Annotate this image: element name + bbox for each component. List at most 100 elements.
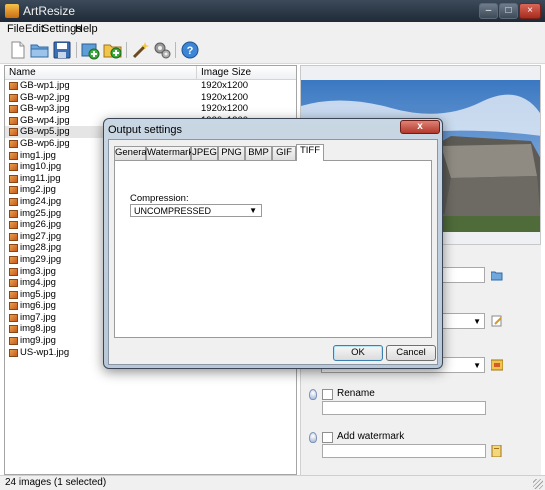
compression-label: Compression: [130,193,189,204]
file-name: img25.jpg [20,207,62,219]
window-title: ArtResize [23,4,76,18]
image-file-icon [9,232,18,241]
watermark-checkbox[interactable] [322,432,333,443]
list-header: Name Image Size [5,66,296,80]
edit-preset-icon[interactable] [491,315,503,327]
file-name: GB-wp2.jpg [20,91,70,103]
list-item[interactable]: GB-wp1.jpg 1920x1200 [5,80,296,92]
image-file-icon [9,197,18,206]
add-folder-icon[interactable] [103,40,123,60]
file-name: GB-wp6.jpg [20,137,70,149]
dialog-close-button[interactable]: x [400,120,440,134]
file-name: GB-wp1.jpg [20,80,70,91]
chevron-down-icon: ▼ [473,361,481,370]
watermark-field[interactable] [322,444,486,458]
file-name: img11.jpg [20,172,61,184]
image-file-icon [9,267,18,276]
tab-png[interactable]: PNG [218,146,245,160]
file-name: img2.jpg [20,184,56,196]
menu-bar: File Edit Settings Help [0,22,545,38]
menu-help[interactable]: Help [75,23,98,35]
output-settings-icon[interactable] [490,359,504,371]
file-name: GB-wp5.jpg [20,126,70,138]
image-file-icon [9,163,18,172]
file-size: 1920x1200 [201,103,249,115]
column-header-name[interactable]: Name [9,67,36,78]
tab-gif[interactable]: GIF [272,146,296,160]
file-name: img8.jpg [20,323,56,335]
tab-watermark[interactable]: Watermark [146,146,193,160]
rename-checkbox[interactable] [322,389,333,400]
add-images-icon[interactable] [80,40,100,60]
compression-select[interactable]: UNCOMPRESSED ▼ [130,204,262,217]
file-name: img26.jpg [20,219,62,231]
image-file-icon [9,290,18,299]
file-name: GB-wp3.jpg [20,103,70,115]
image-file-icon [9,255,18,264]
title-bar: ArtResize – □ × [0,0,545,22]
image-file-icon [9,116,18,125]
file-name: img29.jpg [20,253,62,265]
image-file-icon [9,302,18,311]
toolbar-separator [175,42,176,58]
tab-jpeg[interactable]: JPEG [191,146,218,160]
dialog-title: Output settings [108,124,182,136]
help-icon[interactable]: ? [180,40,200,60]
file-size: 1920x1200 [201,80,249,91]
image-file-icon [9,337,18,346]
tab-general[interactable]: General [114,146,149,160]
cancel-button[interactable]: Cancel [386,345,436,361]
image-file-icon [9,139,18,148]
maximize-button[interactable]: □ [499,3,518,19]
file-name: img24.jpg [20,195,62,207]
image-file-icon [9,325,18,334]
tab-bmp[interactable]: BMP [245,146,272,160]
image-file-icon [9,174,18,183]
watermark-hint-icon [309,432,317,443]
tab-tiff[interactable]: TIFF [296,144,324,161]
tiff-tab-panel: Compression: UNCOMPRESSED ▼ [114,160,432,338]
file-name: img5.jpg [20,288,56,300]
svg-text:?: ? [187,45,194,57]
menu-file[interactable]: File [7,23,25,35]
rename-label: Rename [337,388,375,399]
file-name: img1.jpg [20,149,56,161]
list-item[interactable]: GB-wp3.jpg 1920x1200 [5,103,296,115]
toolbar: ? [0,38,545,64]
save-icon[interactable] [52,40,72,60]
file-name: img3.jpg [20,265,56,277]
close-window-button[interactable]: × [519,3,541,19]
resize-grip[interactable] [533,479,543,489]
chevron-down-icon: ▼ [473,317,481,326]
file-size: 1920x1200 [201,91,249,103]
image-file-icon [9,105,18,114]
ok-button[interactable]: OK [333,345,383,361]
status-text: 24 images (1 selected) [5,477,107,488]
image-file-icon [9,244,18,253]
image-file-icon [9,279,18,288]
wand-icon[interactable] [130,40,150,60]
new-file-icon[interactable] [8,40,28,60]
image-file-icon [9,128,18,137]
image-file-icon [9,82,18,90]
file-name: img28.jpg [20,242,62,254]
open-folder-icon[interactable] [30,40,50,60]
browse-folder-icon[interactable] [490,269,503,281]
gears-icon[interactable] [152,40,172,60]
image-file-icon [9,151,18,160]
rename-field[interactable] [322,401,486,415]
file-name: img9.jpg [20,335,56,347]
file-name: img10.jpg [20,161,62,173]
image-file-icon [9,209,18,218]
file-name: img6.jpg [20,300,56,312]
output-settings-dialog: Output settings x General Watermark JPEG… [103,118,443,369]
watermark-label: Add watermark [337,431,405,442]
minimize-button[interactable]: – [479,3,498,19]
column-header-size[interactable]: Image Size [201,67,251,78]
column-divider[interactable] [196,66,197,80]
toolbar-separator [76,42,77,58]
image-file-icon [9,186,18,195]
list-item[interactable]: GB-wp2.jpg 1920x1200 [5,92,296,104]
file-name: US-wp1.jpg [20,346,70,358]
watermark-browse-icon[interactable] [491,444,503,458]
